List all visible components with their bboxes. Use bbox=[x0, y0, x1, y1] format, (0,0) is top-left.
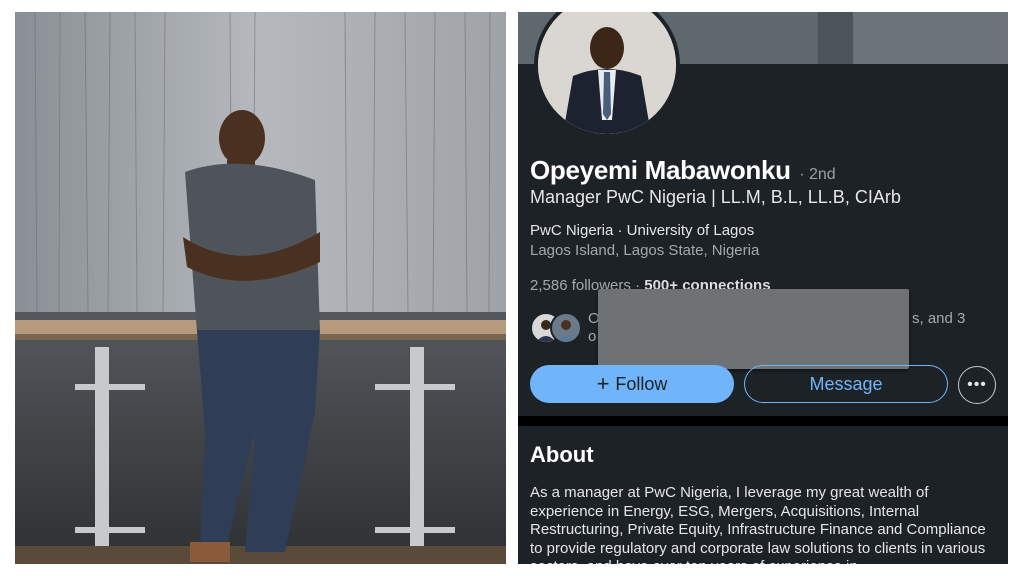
message-label: Message bbox=[809, 373, 883, 394]
follow-button[interactable]: + Follow bbox=[530, 365, 734, 403]
profile-location: Lagos Island, Lagos State, Nigeria bbox=[530, 242, 760, 259]
plus-icon: + bbox=[596, 371, 610, 396]
profile-education[interactable]: PwC Nigeria · University of Lagos bbox=[530, 222, 754, 239]
profile-headline: Manager PwC Nigeria | LL.M, B.L, LL.B, C… bbox=[530, 187, 901, 207]
more-options-icon[interactable]: ••• bbox=[958, 366, 996, 404]
mutual-text: s, and 3 bbox=[912, 310, 966, 327]
follow-label: Follow bbox=[615, 373, 668, 394]
avatar-image bbox=[538, 12, 676, 134]
mutual-avatar bbox=[550, 312, 582, 344]
avatar[interactable] bbox=[534, 12, 680, 138]
connection-degree: · 2nd bbox=[799, 166, 836, 183]
about-text: As a manager at PwC Nigeria, I leverage … bbox=[530, 484, 986, 564]
redaction-box bbox=[598, 289, 909, 369]
about-title: About bbox=[530, 442, 594, 467]
profile-photo bbox=[15, 12, 506, 564]
section-divider bbox=[518, 416, 1008, 426]
profile-name-row: Opeyemi Mabawonku · 2nd bbox=[530, 155, 836, 186]
mutual-text: o bbox=[588, 328, 597, 345]
banner-shape bbox=[853, 12, 1008, 64]
linkedin-profile-card: Opeyemi Mabawonku · 2nd Manager PwC Nige… bbox=[518, 12, 1008, 564]
banner-shape bbox=[818, 12, 858, 64]
photo-scene bbox=[15, 12, 506, 564]
profile-name: Opeyemi Mabawonku bbox=[530, 155, 791, 185]
message-button[interactable]: Message bbox=[744, 365, 948, 403]
